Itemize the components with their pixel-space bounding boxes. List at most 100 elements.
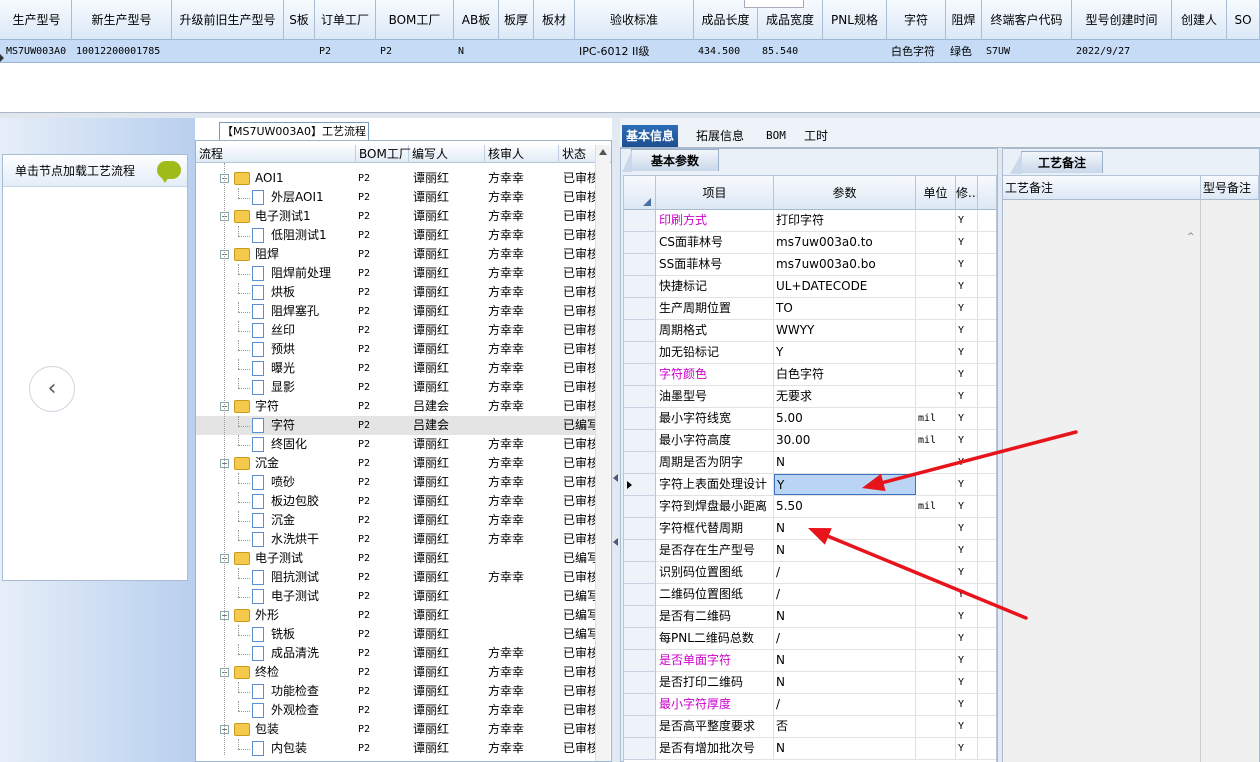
tree-col-header[interactable]: 流程 [196,145,356,163]
col-header[interactable]: 终端客户代码 [982,0,1072,40]
product-grid-row[interactable]: MS7UW003A0 10012200001785 P2 P2 N IPC-6012 II… [0,40,1260,63]
tab-basic-info[interactable]: 基本信息 [622,125,679,147]
param-col-header[interactable]: 项目 [656,176,774,210]
cell[interactable]: N [458,40,499,63]
tab-extended-info[interactable]: 拓展信息 [692,125,748,147]
tab-bom[interactable]: BOM [762,125,790,147]
param-value[interactable]: N [774,452,916,473]
collapse-left-icon[interactable] [613,538,618,546]
param-modifiable[interactable]: Y [956,562,978,583]
tree-row[interactable]: 低阻测试1 P2 谭丽红 方幸幸 已审核 [196,226,596,245]
splitter-grip[interactable] [744,0,804,8]
param-value[interactable]: N [774,738,916,759]
param-value[interactable]: N [774,518,916,539]
param-value[interactable]: UL+DATECODE [774,276,916,297]
param-modifiable[interactable]: Y [956,210,978,231]
row-header[interactable] [624,694,656,716]
tree-row[interactable]: 内包装 P2 谭丽红 方幸幸 已审核 [196,739,596,758]
tree-row[interactable]: 铣板 P2 谭丽红 已编写 [196,625,596,644]
param-row[interactable]: 最小字符厚度 / Y [624,694,996,716]
param-col-header[interactable]: 修... [956,176,978,210]
col-header[interactable]: 升级前旧生产型号 [172,0,284,40]
param-value[interactable]: Y [774,474,916,495]
param-value[interactable]: TO [774,298,916,319]
chevron-left-icon[interactable]: ‹ [29,366,75,412]
row-header[interactable] [624,606,656,628]
row-header[interactable] [624,298,656,320]
param-modifiable[interactable]: Y [956,364,978,385]
row-header[interactable] [624,540,656,562]
param-modifiable[interactable]: Y [956,716,978,737]
tree-col-header[interactable]: 状态 [559,145,599,163]
param-modifiable[interactable]: Y [956,518,978,539]
param-modifiable[interactable]: Y [956,540,978,561]
param-row[interactable]: 二维码位置图纸 / Y [624,584,996,606]
param-value[interactable]: / [774,694,916,715]
cell[interactable] [1231,40,1260,63]
cell[interactable] [503,40,534,63]
col-header[interactable]: AB板 [454,0,499,40]
param-modifiable[interactable]: Y [956,298,978,319]
col-header[interactable]: PNL规格 [823,0,887,40]
tree-row[interactable]: 阻焊塞孔 P2 谭丽红 方幸幸 已审核 [196,302,596,321]
param-modifiable[interactable]: Y [956,650,978,671]
tree-row[interactable]: − AOI1 P2 谭丽红 方幸幸 已审核 [196,169,596,188]
param-modifiable[interactable]: Y [956,694,978,715]
param-row[interactable]: 每PNL二维码总数 / Y [624,628,996,650]
param-modifiable[interactable]: Y [956,738,978,759]
param-row[interactable]: 油墨型号 无要求 Y [624,386,996,408]
row-header[interactable] [624,672,656,694]
param-row[interactable]: CS面菲林号 ms7uw003a0.to Y [624,232,996,254]
row-header[interactable] [624,320,656,342]
param-row[interactable]: 最小字符线宽 5.00 mil Y [624,408,996,430]
param-row[interactable]: 是否打印二维码 N Y [624,672,996,694]
row-header[interactable] [624,232,656,254]
param-modifiable[interactable]: Y [956,386,978,407]
param-row[interactable]: 生产周期位置 TO Y [624,298,996,320]
cell[interactable]: P2 [380,40,454,63]
tree-col-header[interactable]: 编写人 [409,145,485,163]
vertical-splitter[interactable] [612,118,620,762]
scroll-up-icon[interactable] [599,149,607,155]
cell[interactable]: 434.500 [698,40,758,63]
param-row[interactable]: 字符框代替周期 N Y [624,518,996,540]
param-value[interactable]: 无要求 [774,386,916,407]
tree-row[interactable]: 成品清洗 P2 谭丽红 方幸幸 已审核 [196,644,596,663]
param-col-header[interactable]: 单位 [916,176,956,210]
col-header[interactable]: 验收标准 [575,0,694,40]
tree-row[interactable]: − 电子测试 P2 谭丽红 已编写 [196,549,596,568]
param-row[interactable]: 是否高平整度要求否 Y [624,716,996,738]
row-header[interactable] [624,650,656,672]
row-header[interactable] [624,562,656,584]
cell[interactable]: 绿色 [950,40,982,63]
param-row[interactable]: 周期格式 WWYY Y [624,320,996,342]
col-header[interactable]: 板材 [534,0,575,40]
param-value[interactable]: ms7uw003a0.bo [774,254,916,275]
row-header[interactable] [624,628,656,650]
param-modifiable[interactable]: Y [956,276,978,297]
row-header[interactable] [624,408,656,430]
tree-row[interactable]: 功能检查 P2 谭丽红 方幸幸 已审核 [196,682,596,701]
param-value[interactable]: Y [774,342,916,363]
row-header[interactable] [624,276,656,298]
row-header[interactable] [624,518,656,540]
col-header[interactable]: S板 [284,0,315,40]
param-value[interactable]: / [774,628,916,649]
tree-row[interactable]: 沉金 P2 谭丽红 方幸幸 已审核 [196,511,596,530]
param-col-header[interactable]: 参数 [774,176,916,210]
param-modifiable[interactable]: Y [956,408,978,429]
param-value[interactable]: 5.50 [774,496,916,517]
tree-scrollbar[interactable] [595,145,610,761]
tab-work-hours[interactable]: 工时 [800,125,832,147]
tree-col-header[interactable]: BOM工厂 [356,145,411,163]
param-value[interactable]: ms7uw003a0.to [774,232,916,253]
tree-row[interactable]: 喷砂 P2 谭丽红 方幸幸 已审核 [196,473,596,492]
tree-row[interactable]: − 字符 P2 吕建会 方幸幸 已审核 [196,397,596,416]
cell[interactable] [288,40,315,63]
cell[interactable]: 10012200001785 [76,40,172,63]
param-modifiable[interactable]: Y [956,452,978,473]
cell[interactable]: S7UW [986,40,1072,63]
param-value[interactable]: N [774,672,916,693]
tree-row[interactable]: 外层AOI1 P2 谭丽红 方幸幸 已审核 [196,188,596,207]
cell[interactable]: IPC-6012 II级 [579,40,694,63]
